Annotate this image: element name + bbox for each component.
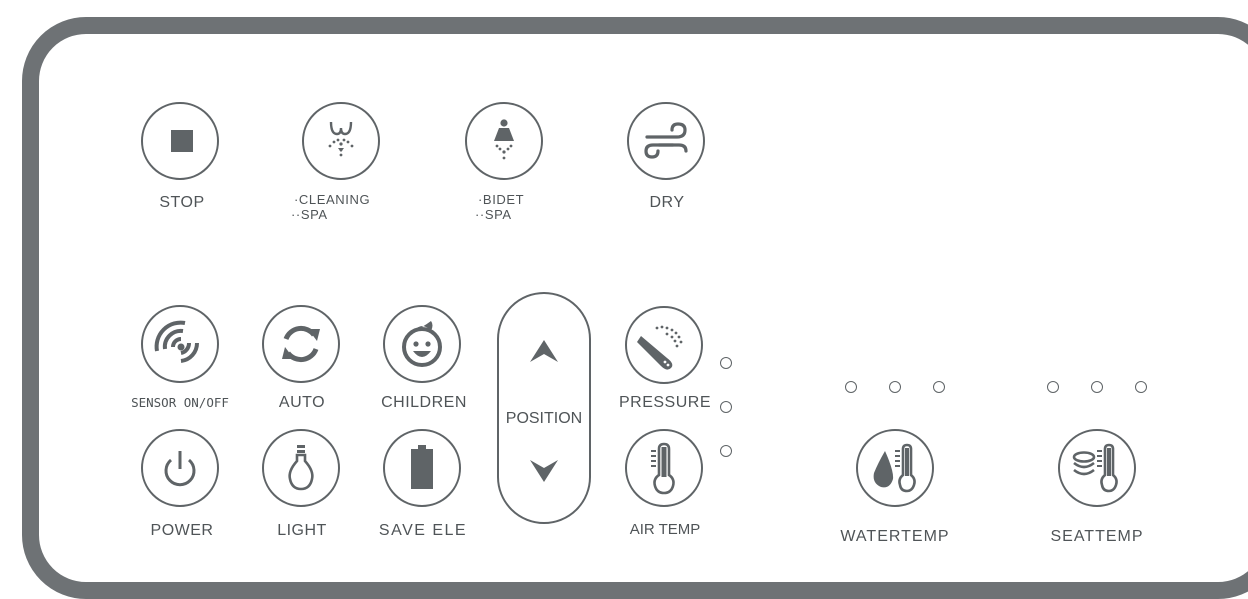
pressure-level-indicator-2 (720, 401, 732, 413)
air-temp-label: AIR TEMP (629, 521, 701, 538)
seat-temp-button[interactable] (1058, 429, 1136, 507)
cleaning-label-line2: ··SPA (291, 207, 328, 222)
chevron-down-icon[interactable] (528, 456, 560, 484)
chevron-up-icon[interactable] (528, 338, 560, 366)
cleaning-label-line1: ·CLEANING (294, 192, 371, 207)
seat-temp-label: SEATTEMP (1050, 528, 1144, 545)
seat-temp-level-indicator-1 (1047, 381, 1059, 393)
bidet-label-line2: ··SPA (475, 207, 512, 222)
power-button[interactable] (141, 429, 219, 507)
wind-icon (644, 122, 688, 159)
dry-label: DRY (649, 194, 685, 211)
stop-label: STOP (159, 194, 205, 211)
child-face-icon (402, 321, 442, 367)
light-label: LIGHT (277, 522, 327, 539)
battery-icon (411, 445, 433, 489)
stop-button[interactable] (141, 102, 219, 180)
power-label: POWER (150, 522, 214, 539)
bidet-label-line1: ·BIDET (478, 192, 525, 207)
pressure-label: PRESSURE (618, 394, 712, 411)
cleaning-button[interactable] (302, 102, 380, 180)
bidet-button[interactable] (465, 102, 543, 180)
water-temp-label: WATERTEMP (840, 528, 950, 545)
stop-square-icon (171, 130, 193, 152)
children-label: CHILDREN (381, 394, 467, 411)
power-icon (164, 451, 196, 487)
save-ele-label: SAVE ELE (378, 522, 468, 539)
light-button[interactable] (262, 429, 340, 507)
light-bulb-icon (288, 445, 314, 491)
sensor-button[interactable] (141, 305, 219, 383)
seat-heat-thermometer-icon (1072, 443, 1118, 493)
rear-spray-icon (328, 121, 354, 157)
auto-button[interactable] (262, 305, 340, 383)
auto-label: AUTO (278, 394, 326, 411)
seat-temp-level-indicator-2 (1091, 381, 1103, 393)
water-temp-level-indicator-3 (933, 381, 945, 393)
position-rocker: POSITION (497, 292, 591, 524)
seat-temp-level-indicator-3 (1135, 381, 1147, 393)
sensor-label: SENSOR ON/OFF (131, 395, 229, 410)
refresh-icon (282, 325, 320, 363)
water-temp-button[interactable] (856, 429, 934, 507)
thermometer-icon (651, 442, 675, 495)
water-temp-level-indicator-2 (889, 381, 901, 393)
position-label: POSITION (505, 410, 583, 427)
water-temp-level-indicator-1 (845, 381, 857, 393)
nozzle-spray-icon (637, 325, 683, 370)
pressure-level-indicator-3 (720, 445, 732, 457)
pressure-button[interactable] (625, 306, 703, 384)
dry-button[interactable] (627, 102, 705, 180)
pressure-level-indicator-1 (720, 357, 732, 369)
signal-icon (154, 320, 200, 363)
save-ele-button[interactable] (383, 429, 461, 507)
bidet-spray-icon (494, 119, 514, 160)
air-temp-button[interactable] (625, 429, 703, 507)
water-drop-thermometer-icon (873, 443, 916, 493)
children-button[interactable] (383, 305, 461, 383)
